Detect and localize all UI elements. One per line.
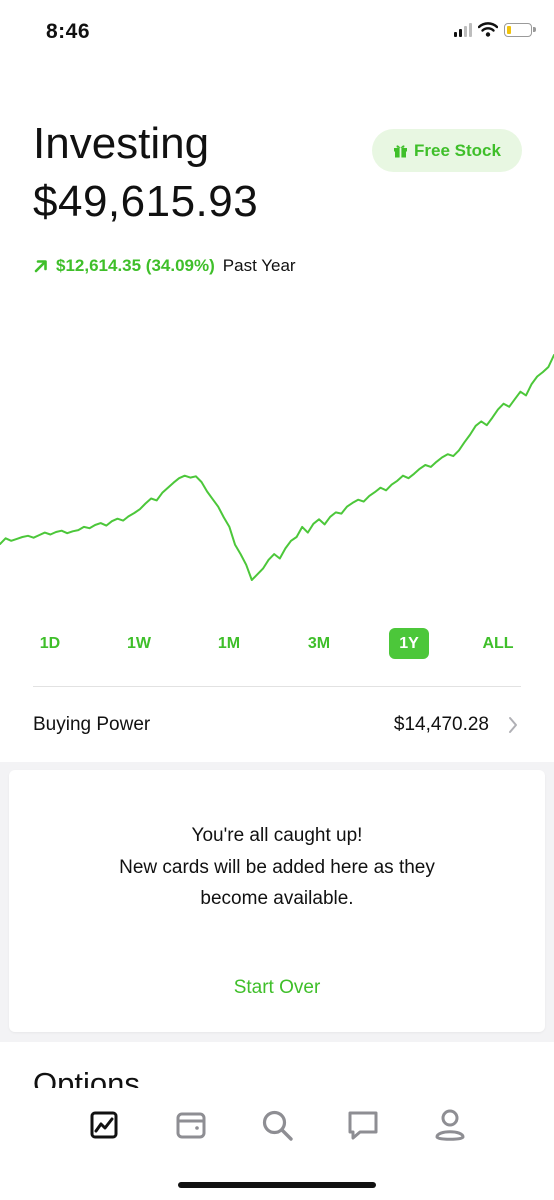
- buying-power-row[interactable]: Buying Power $14,470.28: [0, 700, 554, 750]
- caught-up-line-3: become available.: [200, 888, 354, 909]
- gift-icon: [394, 145, 408, 158]
- cellular-signal-icon: [454, 22, 472, 37]
- range-1d-button[interactable]: 1D: [30, 628, 70, 659]
- home-indicator: [178, 1182, 376, 1188]
- portfolio-chart-icon: [90, 1111, 118, 1139]
- status-time: 8:46: [46, 20, 91, 43]
- time-range-selector: 1D 1W 1M 3M 1Y ALL: [0, 628, 554, 660]
- range-1m-button[interactable]: 1M: [209, 628, 249, 659]
- search-icon: [262, 1110, 293, 1141]
- start-over-button[interactable]: Start Over: [9, 976, 545, 1000]
- chevron-right-icon: [509, 717, 517, 733]
- tab-portfolio[interactable]: [82, 1103, 126, 1147]
- account-icon: [435, 1109, 465, 1141]
- portfolio-change: $12,614.35 (34.09%) Past Year: [34, 256, 296, 276]
- arrow-up-right-icon: [34, 260, 47, 273]
- buying-power-label: Buying Power: [33, 714, 151, 735]
- options-heading: Options: [33, 1066, 140, 1088]
- caught-up-line-1: You're all caught up!: [191, 825, 363, 846]
- free-stock-label: Free Stock: [414, 140, 501, 160]
- free-stock-button[interactable]: Free Stock: [372, 129, 522, 172]
- range-3m-button[interactable]: 3M: [299, 628, 339, 659]
- range-1w-button[interactable]: 1W: [119, 628, 159, 659]
- status-icons: [454, 22, 536, 37]
- tab-bar: [0, 1088, 554, 1200]
- divider: [33, 686, 521, 687]
- wallet-icon: [176, 1112, 206, 1139]
- buying-power-value: $14,470.28: [393, 714, 489, 735]
- tab-messages[interactable]: [341, 1103, 385, 1147]
- range-all-button[interactable]: ALL: [476, 628, 519, 659]
- change-period: Past Year: [222, 256, 296, 275]
- portfolio-line: [0, 354, 554, 581]
- tab-search[interactable]: [255, 1103, 299, 1147]
- battery-low-icon: [504, 22, 536, 37]
- page-title: Investing: [33, 119, 210, 168]
- caught-up-message: You're all caught up! New cards will be …: [9, 820, 545, 915]
- change-amount: $12,614.35 (34.09%): [56, 256, 215, 275]
- status-bar: 8:46: [0, 0, 554, 70]
- messages-icon: [348, 1111, 378, 1140]
- portfolio-balance: $49,615.93: [33, 177, 259, 226]
- wifi-icon: [478, 22, 498, 37]
- tab-account[interactable]: [428, 1103, 472, 1147]
- caught-up-line-2: New cards will be added here as they: [119, 856, 435, 878]
- tab-wallet[interactable]: [169, 1103, 213, 1147]
- caught-up-card: You're all caught up! New cards will be …: [9, 770, 545, 1032]
- range-1y-button[interactable]: 1Y: [389, 628, 429, 659]
- portfolio-chart[interactable]: [0, 340, 554, 600]
